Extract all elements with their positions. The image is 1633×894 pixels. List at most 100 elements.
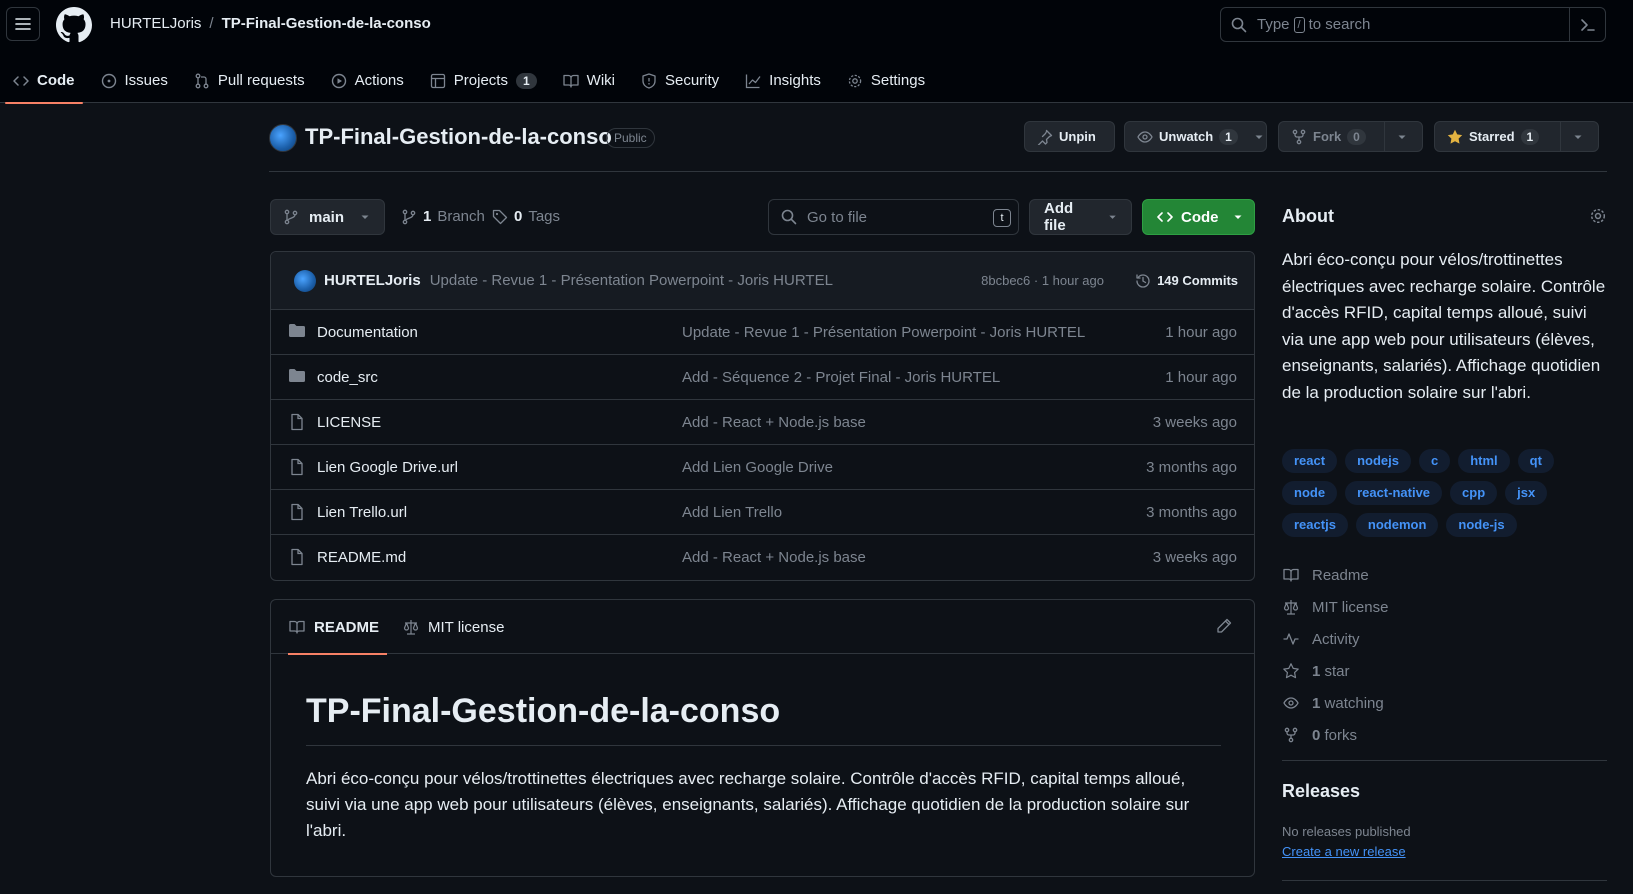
readme-link[interactable]: Readme bbox=[1282, 559, 1388, 591]
breadcrumb-repo[interactable]: TP-Final-Gestion-de-la-conso bbox=[222, 15, 431, 32]
unwatch-button[interactable]: Unwatch 1 bbox=[1124, 121, 1267, 152]
watching-link[interactable]: 1 watching bbox=[1282, 687, 1388, 719]
watch-dropdown[interactable] bbox=[1246, 122, 1272, 151]
file-commit-message[interactable]: Add Lien Google Drive bbox=[682, 459, 833, 476]
book-icon bbox=[1283, 568, 1299, 582]
forks-link[interactable]: 0 forks bbox=[1282, 719, 1388, 751]
tab-insights[interactable]: Insights bbox=[732, 58, 834, 103]
releases-empty-text: No releases published bbox=[1282, 824, 1411, 839]
file-browser: HURTELJoris Update - Revue 1 - Présentat… bbox=[270, 251, 1255, 581]
topic-tag[interactable]: jsx bbox=[1505, 481, 1548, 505]
file-name[interactable]: code_src bbox=[317, 369, 378, 386]
star-dropdown[interactable] bbox=[1561, 122, 1595, 151]
code-icon bbox=[13, 75, 29, 86]
file-name[interactable]: LICENSE bbox=[317, 414, 381, 431]
starred-label: Starred bbox=[1469, 129, 1515, 144]
file-commit-message[interactable]: Update - Revue 1 - Présentation Powerpoi… bbox=[682, 324, 1085, 341]
watching-count: 1 bbox=[1312, 694, 1321, 712]
file-row[interactable]: README.md Add - React + Node.js base 3 w… bbox=[271, 535, 1254, 580]
file-name[interactable]: Lien Trello.url bbox=[317, 504, 407, 521]
activity-link[interactable]: Activity bbox=[1282, 623, 1388, 655]
file-name[interactable]: Documentation bbox=[317, 324, 418, 341]
file-date: 3 months ago bbox=[1146, 458, 1237, 476]
file-row[interactable]: LICENSE Add - React + Node.js base 3 wee… bbox=[271, 400, 1254, 445]
file-commit-message[interactable]: Add - React + Node.js base bbox=[682, 549, 866, 566]
code-button[interactable]: Code bbox=[1142, 199, 1255, 235]
topic-tag[interactable]: node-js bbox=[1446, 513, 1517, 537]
file-commit-message[interactable]: Add Lien Trello bbox=[682, 504, 782, 521]
topic-tag[interactable]: qt bbox=[1517, 449, 1554, 473]
topic-tag[interactable]: c bbox=[1418, 449, 1451, 473]
add-file-label: Add file bbox=[1044, 200, 1074, 234]
file-name[interactable]: Lien Google Drive.url bbox=[317, 459, 458, 476]
add-file-button[interactable]: Add file bbox=[1029, 199, 1132, 235]
book-icon bbox=[289, 620, 305, 634]
license-link[interactable]: MIT license bbox=[1282, 591, 1388, 623]
commit-author[interactable]: HURTELJoris bbox=[324, 272, 421, 289]
unpin-label: Unpin bbox=[1059, 129, 1096, 144]
tab-issues[interactable]: Issues bbox=[88, 58, 181, 103]
file-icon bbox=[291, 503, 303, 521]
file-name[interactable]: README.md bbox=[317, 549, 406, 566]
starred-button[interactable]: Starred 1 bbox=[1434, 121, 1599, 152]
github-logo[interactable] bbox=[56, 7, 92, 43]
commit-author-avatar[interactable] bbox=[294, 269, 316, 292]
commit-meta[interactable]: 8bcbec6 · 1 hour ago bbox=[981, 273, 1104, 288]
commit-message[interactable]: Update - Revue 1 - Présentation Powerpoi… bbox=[430, 272, 833, 289]
commits-link[interactable]: 149 Commits bbox=[1135, 273, 1238, 289]
breadcrumb-owner[interactable]: HURTELJoris bbox=[110, 15, 201, 32]
fork-dropdown[interactable] bbox=[1385, 122, 1419, 151]
forks-label: forks bbox=[1324, 726, 1358, 744]
topic-tag[interactable]: html bbox=[1458, 449, 1510, 473]
tab-projects[interactable]: Projects 1 bbox=[417, 58, 550, 103]
file-row[interactable]: Lien Trello.url Add Lien Trello 3 months… bbox=[271, 490, 1254, 535]
edit-about-button[interactable] bbox=[1589, 207, 1607, 225]
file-row[interactable]: Lien Google Drive.url Add Lien Google Dr… bbox=[271, 445, 1254, 490]
tab-readme[interactable]: README bbox=[288, 600, 388, 655]
topic-tag[interactable]: nodejs bbox=[1345, 449, 1411, 473]
fork-label: Fork bbox=[1313, 129, 1342, 144]
stars-link[interactable]: 1 star bbox=[1282, 655, 1388, 687]
global-search-input[interactable]: Type / to search bbox=[1220, 7, 1606, 42]
topic-tag[interactable]: nodemon bbox=[1355, 513, 1439, 537]
tab-settings[interactable]: Settings bbox=[834, 58, 938, 103]
topic-tag[interactable]: react-native bbox=[1345, 481, 1443, 505]
search-shortcut-key: / bbox=[1293, 16, 1305, 33]
unpin-button[interactable]: Unpin bbox=[1024, 121, 1115, 152]
eye-icon bbox=[1283, 697, 1299, 709]
file-row[interactable]: code_src Add - Séquence 2 - Projet Final… bbox=[271, 355, 1254, 400]
tab-wiki[interactable]: Wiki bbox=[550, 58, 628, 103]
topic-tag[interactable]: reactjs bbox=[1282, 513, 1348, 537]
search-prefix: Type bbox=[1257, 16, 1290, 33]
command-palette-button[interactable] bbox=[1569, 8, 1605, 41]
repo-title[interactable]: TP-Final-Gestion-de-la-conso bbox=[305, 124, 612, 150]
branch-label: Branch bbox=[437, 208, 485, 225]
fork-button[interactable]: Fork 0 bbox=[1278, 121, 1423, 152]
topic-tag[interactable]: node bbox=[1282, 481, 1338, 505]
tab-label: Security bbox=[664, 72, 720, 89]
topic-tag[interactable]: react bbox=[1282, 449, 1338, 473]
branch-name: main bbox=[309, 208, 345, 226]
topic-tag[interactable]: cpp bbox=[1450, 481, 1498, 505]
tab-license[interactable]: MIT license bbox=[402, 600, 504, 654]
file-row[interactable]: Documentation Update - Revue 1 - Présent… bbox=[271, 310, 1254, 355]
menu-button[interactable] bbox=[6, 7, 40, 41]
tab-code[interactable]: Code bbox=[0, 58, 88, 104]
branches-link[interactable]: 1 Branch bbox=[401, 208, 485, 225]
go-to-file-placeholder: Go to file bbox=[807, 208, 868, 226]
create-release-link[interactable]: Create a new release bbox=[1282, 844, 1406, 859]
gear-icon bbox=[1590, 208, 1606, 224]
branch-selector[interactable]: main bbox=[270, 199, 385, 235]
tab-actions[interactable]: Actions bbox=[318, 58, 417, 103]
file-commit-message[interactable]: Add - Séquence 2 - Projet Final - Joris … bbox=[682, 369, 1000, 386]
file-icon bbox=[291, 548, 303, 566]
tab-security[interactable]: Security bbox=[628, 58, 732, 103]
releases-heading[interactable]: Releases bbox=[1282, 781, 1360, 802]
go-to-file-input[interactable]: Go to file t bbox=[768, 199, 1019, 235]
repo-owner-avatar[interactable] bbox=[269, 124, 297, 152]
tab-pull-requests[interactable]: Pull requests bbox=[181, 58, 318, 103]
tags-link[interactable]: 0 Tags bbox=[492, 208, 560, 225]
file-commit-message[interactable]: Add - React + Node.js base bbox=[682, 414, 866, 431]
edit-readme-button[interactable] bbox=[1216, 618, 1232, 634]
sidebar-divider bbox=[1282, 760, 1607, 761]
